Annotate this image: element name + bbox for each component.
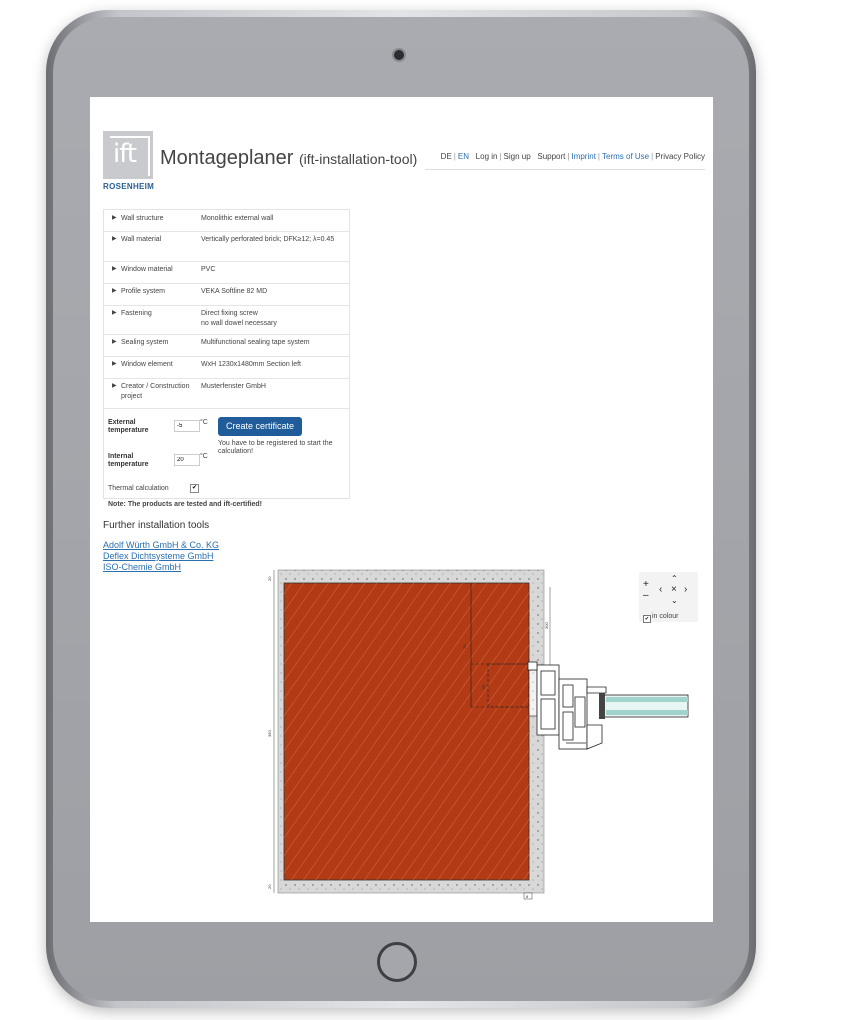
expand-arrow-icon: ▶ bbox=[112, 339, 117, 345]
ift-logo[interactable]: ift ROSENHEIM bbox=[103, 131, 155, 191]
nav-login[interactable]: Log in bbox=[476, 152, 498, 161]
expand-arrow-icon: ▶ bbox=[112, 310, 117, 316]
nav-lang-en[interactable]: EN bbox=[458, 152, 469, 161]
logo-subtitle: ROSENHEIM bbox=[103, 182, 155, 191]
expand-arrow-icon: ▶ bbox=[112, 266, 117, 272]
nav-terms[interactable]: Terms of Use bbox=[602, 152, 649, 161]
app-title-main: Montageplaner bbox=[160, 147, 294, 169]
nav-privacy[interactable]: Privacy Policy bbox=[655, 152, 705, 161]
zoom-in-icon[interactable]: + bbox=[643, 580, 649, 590]
dim-mid1-label: 79 bbox=[462, 644, 467, 649]
link-deflex[interactable]: Deflex Dichtsysteme GmbH bbox=[103, 551, 219, 562]
in-colour-checkbox[interactable]: ✔ bbox=[643, 615, 651, 623]
app-title-sub: (ift-installation-tool) bbox=[299, 151, 418, 167]
dim-right-label: 300 bbox=[544, 622, 549, 629]
pan-up-icon[interactable]: ⌃ bbox=[671, 574, 678, 584]
expand-arrow-icon: ▶ bbox=[112, 215, 117, 221]
link-wurth[interactable]: Adolf Würth GmbH & Co. KG bbox=[103, 540, 219, 551]
dim-height-label: 350 bbox=[267, 730, 272, 737]
internal-temperature-input[interactable] bbox=[174, 454, 200, 466]
dim-mid2-label: 50 bbox=[481, 684, 486, 689]
expand-arrow-icon: ▶ bbox=[112, 236, 117, 242]
internal-temperature-unit: °C bbox=[200, 453, 208, 460]
config-row-creator[interactable]: ▶ Creator / Construction project Musterf… bbox=[104, 378, 349, 409]
registration-hint: You have to be registered to start the c… bbox=[218, 440, 333, 455]
nav-lang-de[interactable]: DE bbox=[441, 152, 452, 161]
config-row-wall-material[interactable]: ▶ Wall material Vertically perforated br… bbox=[104, 231, 349, 262]
external-temperature-input[interactable] bbox=[174, 420, 200, 432]
app-title: Montageplaner (ift-installation-tool) bbox=[160, 147, 417, 170]
reset-view-icon[interactable]: × bbox=[671, 585, 677, 595]
config-row-sealing-system[interactable]: ▶ Sealing system Multifunctional sealing… bbox=[104, 334, 349, 357]
further-tools-heading: Further installation tools bbox=[103, 520, 210, 531]
screen: ift ROSENHEIM Montageplaner (ift-install… bbox=[90, 97, 713, 922]
dim-bottom-label: 20 bbox=[267, 884, 272, 889]
logo-text: ift bbox=[113, 139, 137, 169]
zoom-out-icon[interactable]: – bbox=[643, 591, 649, 601]
external-temperature-unit: °C bbox=[200, 419, 208, 426]
header-divider bbox=[425, 169, 705, 170]
thermal-calculation-checkbox[interactable]: ✔ bbox=[190, 484, 199, 493]
config-row-fastening[interactable]: ▶ Fastening Direct fixing screw no wall … bbox=[104, 305, 349, 335]
pan-right-icon[interactable]: › bbox=[684, 585, 687, 595]
expand-arrow-icon: ▶ bbox=[112, 288, 117, 294]
certification-note: Note: The products are tested and ift-ce… bbox=[108, 501, 263, 508]
config-row-profile-system[interactable]: ▶ Profile system VEKA Softline 82 MD bbox=[104, 283, 349, 306]
thermal-calculation-label: Thermal calculation bbox=[108, 485, 169, 492]
top-navigation: DE | EN Log in | Sign up Support | Imprint | Ter… bbox=[440, 152, 705, 161]
create-certificate-button[interactable]: Create certificate bbox=[218, 417, 302, 436]
dim-top-label: 20 bbox=[267, 576, 272, 581]
expand-arrow-icon: ▶ bbox=[112, 361, 117, 367]
in-colour-label: in colour bbox=[652, 613, 679, 620]
calculation-form: External temperature °C Internal tempera… bbox=[104, 409, 349, 498]
link-iso-chemie[interactable]: ISO-Chemie GmbH bbox=[103, 562, 219, 573]
internal-temperature-label: Internal temperature bbox=[108, 453, 149, 468]
nav-signup[interactable]: Sign up bbox=[504, 152, 531, 161]
expand-arrow-icon: ▶ bbox=[112, 383, 117, 389]
external-temperature-label: External temperature bbox=[108, 419, 149, 434]
config-row-window-element[interactable]: ▶ Window element WxH 1230x1480mm Section… bbox=[104, 356, 349, 379]
config-row-window-material[interactable]: ▶ Window material PVC bbox=[104, 261, 349, 284]
pan-down-icon[interactable]: ⌄ bbox=[671, 596, 678, 606]
home-button[interactable] bbox=[377, 942, 417, 982]
config-row-wall-structure[interactable]: ▶ Wall structure Monolithic external wal… bbox=[104, 210, 349, 232]
pan-left-icon[interactable]: ‹ bbox=[659, 585, 662, 595]
further-tools-links: Adolf Würth GmbH & Co. KG Deflex Dichtsy… bbox=[103, 540, 219, 573]
camera-icon bbox=[394, 50, 404, 60]
configuration-panel: ▶ Wall structure Monolithic external wal… bbox=[103, 209, 350, 499]
nav-imprint[interactable]: Imprint bbox=[571, 152, 595, 161]
nav-support[interactable]: Support bbox=[537, 152, 565, 161]
